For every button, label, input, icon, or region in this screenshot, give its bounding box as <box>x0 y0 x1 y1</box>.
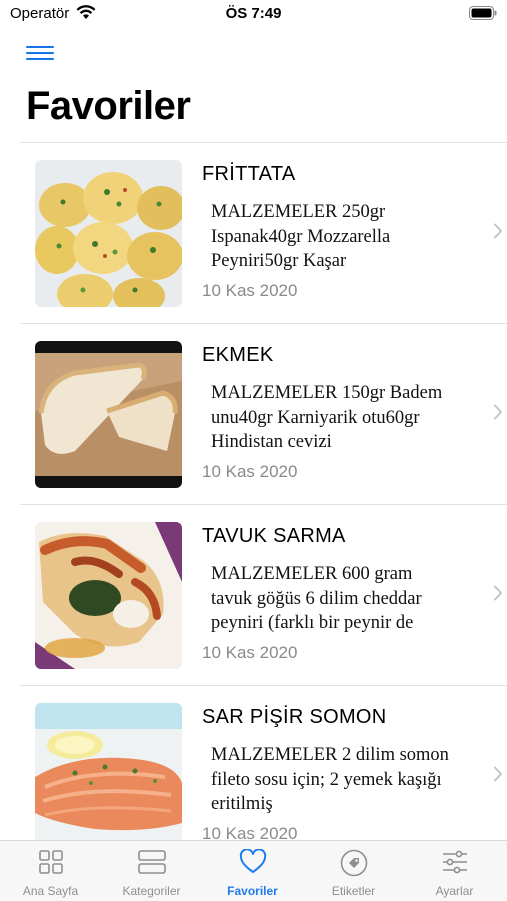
tab-label: Ana Sayfa <box>22 884 79 898</box>
tab-label: Favoriler <box>227 884 278 898</box>
list-item[interactable]: TAVUK SARMA MALZEMELER 600 gram tavuk gö… <box>20 505 507 686</box>
recipe-description: MALZEMELER 150gr Badem unu40gr Karniyari… <box>211 383 443 452</box>
tab-ayarlar[interactable]: Ayarlar <box>404 841 505 901</box>
status-bar: Operatör ÖS 7:49 <box>0 0 507 28</box>
stack-icon <box>137 849 167 880</box>
recipe-description: MALZEMELER 600 gram tavuk göğüs 6 dilim … <box>211 564 422 633</box>
tab-etiketler[interactable]: Etiketler <box>303 841 404 901</box>
recipe-description: MALZEMELER 250gr Ispanak40gr Mozzarella … <box>211 202 391 271</box>
tag-icon <box>340 849 368 882</box>
tab-bar: Ana Sayfa Kategoriler Favoriler Etiketle… <box>0 840 507 901</box>
recipe-date: 10 Kas 2020 <box>202 643 298 662</box>
recipe-date: 10 Kas 2020 <box>202 281 298 300</box>
chevron-right-icon <box>493 223 503 244</box>
favorites-list: FRİTTATA MALZEMELER 250gr Ispanak40gr Mo… <box>20 142 507 841</box>
tab-label: Etiketler <box>331 884 376 898</box>
clock: ÖS 7:49 <box>225 5 282 22</box>
recipe-title: FRİTTATA <box>202 163 296 185</box>
frittata-image <box>35 160 182 307</box>
bread-image <box>35 341 182 488</box>
list-item[interactable]: FRİTTATA MALZEMELER 250gr Ispanak40gr Mo… <box>20 143 507 324</box>
chicken-roll-image <box>35 522 182 669</box>
page-title: Favoriler <box>26 84 191 128</box>
menu-button[interactable] <box>26 42 56 64</box>
recipe-description: MALZEMELER 2 dilim somon fileto sosu içi… <box>211 745 449 814</box>
recipe-title: EKMEK <box>202 344 274 366</box>
hamburger-icon-line <box>26 46 54 48</box>
sliders-icon <box>441 849 469 880</box>
grid-icon <box>38 849 64 880</box>
salmon-image <box>35 703 182 841</box>
hamburger-icon-line <box>26 52 54 54</box>
recipe-title: TAVUK SARMA <box>202 525 346 547</box>
chevron-right-icon <box>493 585 503 606</box>
heart-icon <box>239 848 267 880</box>
battery-icon <box>469 6 497 24</box>
tab-label: Ayarlar <box>435 884 474 898</box>
chevron-right-icon <box>493 766 503 787</box>
recipe-date: 10 Kas 2020 <box>202 462 298 481</box>
tab-ana-sayfa[interactable]: Ana Sayfa <box>0 841 101 901</box>
list-item[interactable]: EKMEK MALZEMELER 150gr Badem unu40gr Kar… <box>20 324 507 505</box>
list-item[interactable]: SAR PİŞİR SOMON MALZEMELER 2 dilim somon… <box>20 686 507 841</box>
recipe-date: 10 Kas 2020 <box>202 824 298 841</box>
tab-kategoriler[interactable]: Kategoriler <box>101 841 202 901</box>
tab-label: Kategoriler <box>122 884 181 898</box>
hamburger-icon-line <box>26 58 54 60</box>
chevron-right-icon <box>493 404 503 425</box>
recipe-title: SAR PİŞİR SOMON <box>202 706 387 728</box>
tab-favoriler[interactable]: Favoriler <box>202 841 303 901</box>
